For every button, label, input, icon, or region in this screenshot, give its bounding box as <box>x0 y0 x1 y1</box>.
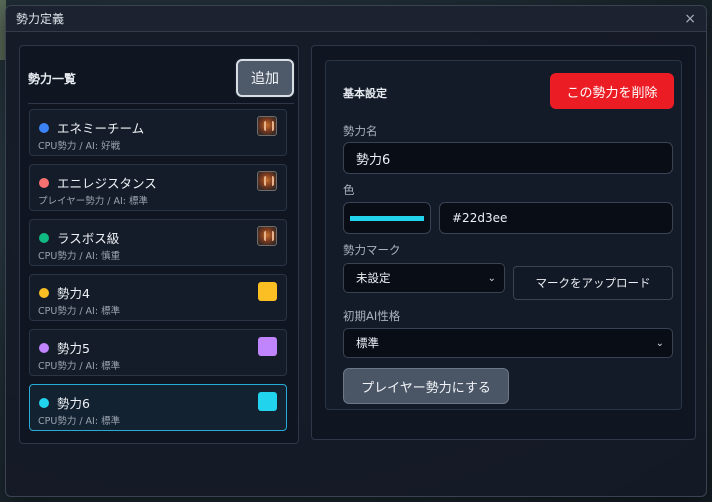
faction-item-selected[interactable]: 勢力6 CPU勢力 / AI: 標準 <box>29 384 287 431</box>
faction-color-swatch <box>258 392 277 411</box>
divider <box>28 103 294 104</box>
basic-settings-card: 基本設定 この勢力を削除 勢力名 勢力6 色 #22d3ee 勢力マーク 未設定… <box>325 60 682 410</box>
faction-color-dot <box>39 178 49 188</box>
faction-item[interactable]: 勢力5 CPU勢力 / AI: 標準 <box>29 329 287 376</box>
faction-subtitle: CPU勢力 / AI: 好戦 <box>38 141 121 152</box>
close-icon[interactable]: × <box>684 11 696 27</box>
make-player-faction-button[interactable]: プレイヤー勢力にする <box>343 368 509 404</box>
faction-list-title: 勢力一覧 <box>28 71 77 86</box>
faction-color-dot <box>39 398 49 408</box>
faction-name-label: 勢力名 <box>343 124 378 138</box>
faction-list-header: 勢力一覧 追加 <box>28 59 294 97</box>
faction-name: エニレジスタンス <box>57 176 157 191</box>
faction-subtitle: CPU勢力 / AI: 標準 <box>38 306 121 317</box>
faction-color-swatch <box>258 282 277 301</box>
faction-color-dot <box>39 233 49 243</box>
faction-color-dot <box>39 123 49 133</box>
chevron-down-icon: ⌄ <box>655 337 664 349</box>
chevron-down-icon: ⌄ <box>487 272 496 284</box>
faction-name: 勢力5 <box>57 341 90 356</box>
faction-subtitle: CPU勢力 / AI: 標準 <box>38 416 121 427</box>
dialog-header: 勢力定義 × <box>6 6 706 32</box>
faction-name: 勢力4 <box>57 286 90 301</box>
faction-list: エネミーチーム CPU勢力 / AI: 好戦 エニレジスタンス プレイヤー勢力 … <box>29 109 287 439</box>
faction-settings-panel: 基本設定 この勢力を削除 勢力名 勢力6 色 #22d3ee 勢力マーク 未設定… <box>311 45 696 440</box>
color-picker[interactable] <box>343 202 431 234</box>
faction-item[interactable]: エネミーチーム CPU勢力 / AI: 好戦 <box>29 109 287 156</box>
faction-name: 勢力6 <box>57 396 90 411</box>
faction-color-dot <box>39 288 49 298</box>
ai-personality-value: 標準 <box>356 336 379 350</box>
faction-list-panel: 勢力一覧 追加 エネミーチーム CPU勢力 / AI: 好戦 エニレジスタンス … <box>19 45 299 444</box>
faction-mark-value: 未設定 <box>356 271 391 285</box>
faction-emblem-icon <box>257 171 277 191</box>
faction-mark-label: 勢力マーク <box>343 243 401 257</box>
dialog-title: 勢力定義 <box>16 12 65 26</box>
faction-item[interactable]: ラスボス級 CPU勢力 / AI: 慎重 <box>29 219 287 266</box>
faction-definition-dialog: 勢力定義 × 勢力一覧 追加 エネミーチーム CPU勢力 / AI: 好戦 エニ… <box>5 5 707 497</box>
upload-mark-button[interactable]: マークをアップロード <box>513 266 673 300</box>
faction-name-input[interactable]: 勢力6 <box>343 142 673 174</box>
faction-subtitle: CPU勢力 / AI: 標準 <box>38 361 121 372</box>
faction-emblem-icon <box>257 116 277 136</box>
faction-item[interactable]: 勢力4 CPU勢力 / AI: 標準 <box>29 274 287 321</box>
add-faction-button[interactable]: 追加 <box>236 59 294 97</box>
section-title: 基本設定 <box>343 87 387 100</box>
color-label: 色 <box>343 183 355 197</box>
faction-name: エネミーチーム <box>57 121 145 136</box>
faction-item[interactable]: エニレジスタンス プレイヤー勢力 / AI: 標準 <box>29 164 287 211</box>
delete-faction-button[interactable]: この勢力を削除 <box>550 73 674 109</box>
ai-personality-select[interactable]: 標準 ⌄ <box>343 328 673 358</box>
faction-mark-select[interactable]: 未設定 ⌄ <box>343 263 505 293</box>
faction-name: ラスボス級 <box>57 231 120 246</box>
faction-subtitle: CPU勢力 / AI: 慎重 <box>38 251 121 262</box>
color-preview <box>350 216 424 221</box>
faction-subtitle: プレイヤー勢力 / AI: 標準 <box>38 196 148 207</box>
faction-color-dot <box>39 343 49 353</box>
faction-emblem-icon <box>257 226 277 246</box>
color-hex-input[interactable]: #22d3ee <box>439 202 673 234</box>
ai-personality-label: 初期AI性格 <box>343 309 401 323</box>
faction-color-swatch <box>258 337 277 356</box>
